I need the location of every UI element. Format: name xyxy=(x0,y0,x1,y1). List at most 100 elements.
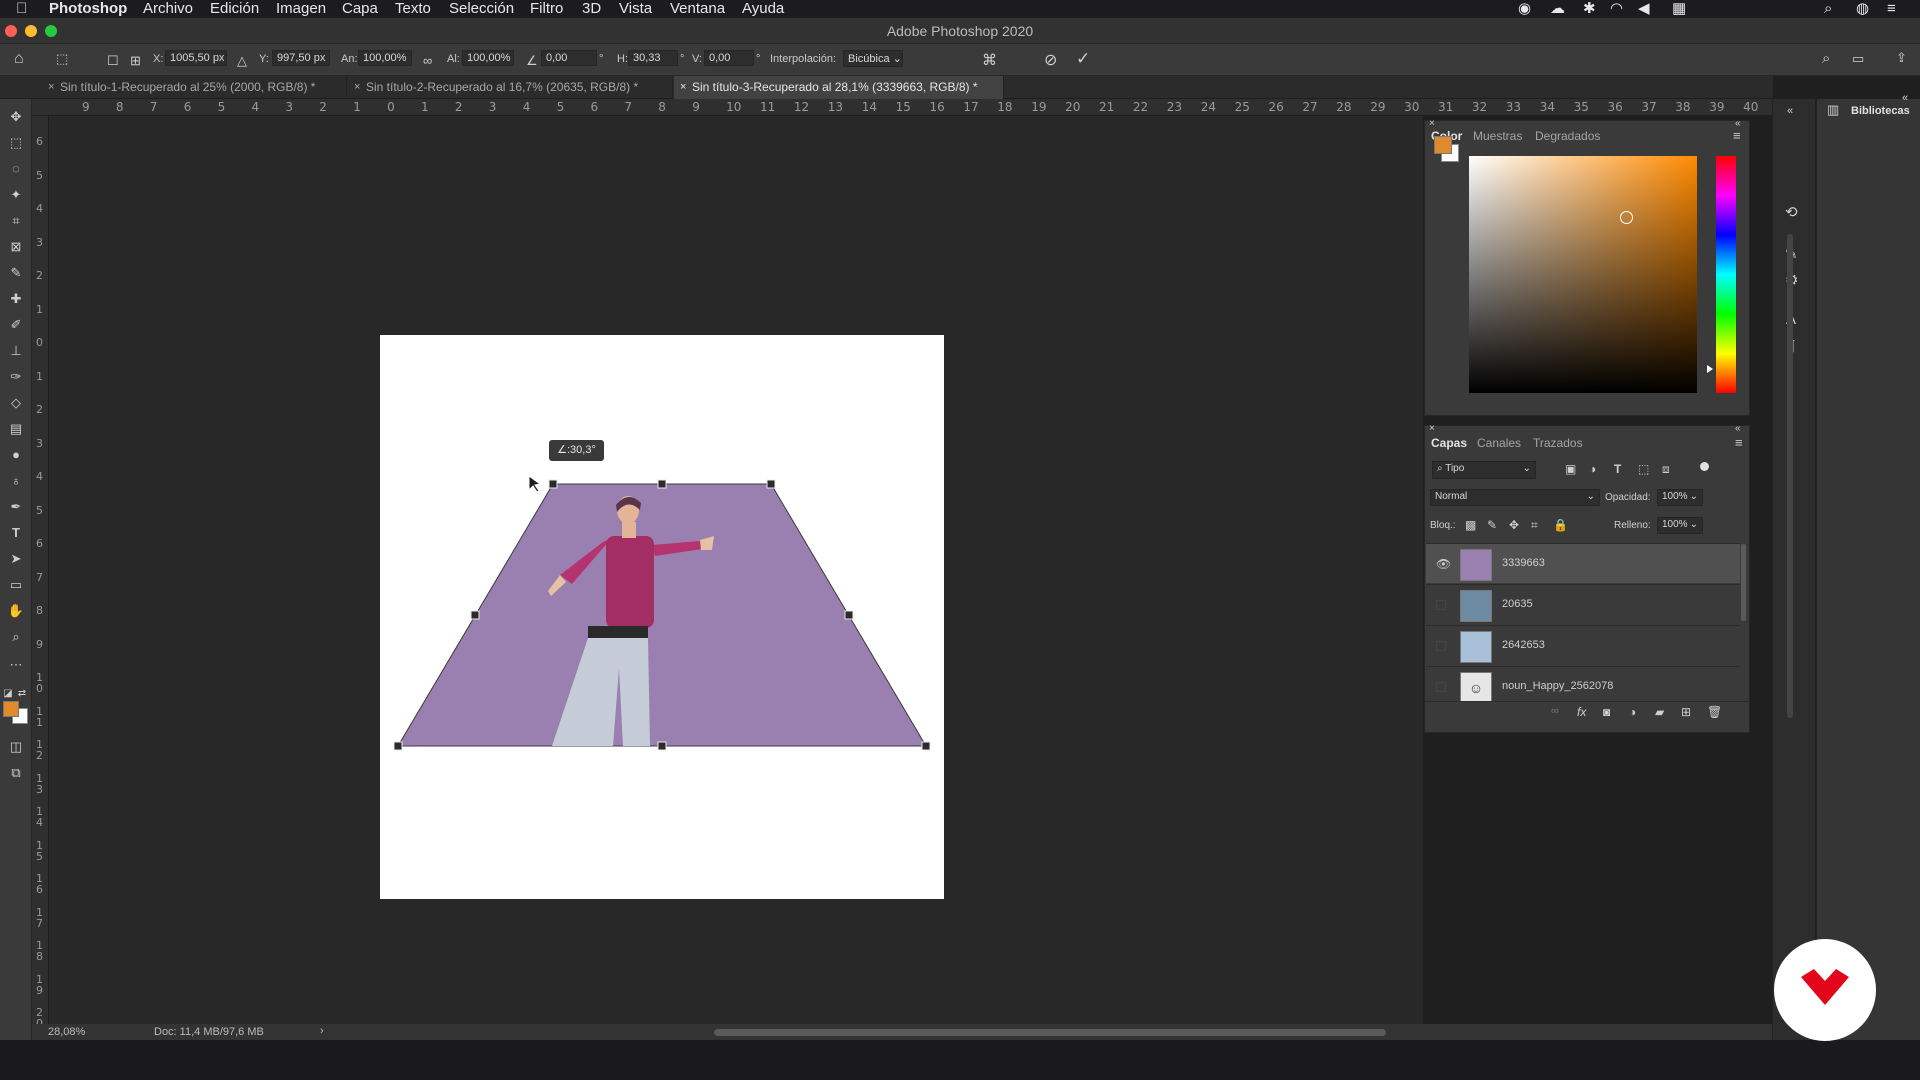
visibility-toggle[interactable] xyxy=(1436,600,1446,610)
interpolation-select[interactable]: Bicúbica ⌄ xyxy=(843,50,903,67)
close-panel-icon[interactable]: × xyxy=(1429,423,1435,434)
close-tab-icon[interactable]: × xyxy=(48,76,54,99)
filter-type-icon[interactable]: T xyxy=(1614,462,1621,476)
layer-style-icon[interactable]: fx xyxy=(1577,705,1586,719)
hand-tool-icon[interactable]: ✋ xyxy=(6,601,26,621)
collapse-libraries-icon[interactable]: « xyxy=(1902,92,1908,104)
panel-menu-icon[interactable]: ≡ xyxy=(1735,435,1743,450)
zoom-level[interactable]: 28,08% xyxy=(48,1026,85,1038)
brush-tool-icon[interactable]: ✐ xyxy=(6,315,26,335)
transform-tool-icon[interactable]: ⬚ xyxy=(56,51,68,67)
type-tool-icon[interactable]: T xyxy=(6,523,26,543)
close-window-button[interactable] xyxy=(5,25,17,37)
tab-trazados[interactable]: Trazados xyxy=(1533,436,1583,450)
quick-mask-icon[interactable]: ◫ xyxy=(6,737,26,757)
collapse-panel-icon[interactable]: « xyxy=(1735,423,1741,434)
calendar-icon[interactable]: ▦ xyxy=(1672,0,1686,17)
rectangle-tool-icon[interactable]: ▭ xyxy=(6,575,26,595)
reference-point-toggle[interactable]: ☐ xyxy=(107,53,119,69)
marquee-tool-icon[interactable]: ⬚ xyxy=(6,133,26,153)
layers-scrollbar[interactable] xyxy=(1741,544,1746,621)
color-saturation-field[interactable] xyxy=(1469,156,1697,393)
history-brush-tool-icon[interactable]: ✑ xyxy=(6,367,26,387)
y-position-input[interactable]: 997,50 px xyxy=(272,50,330,66)
move-tool-icon[interactable]: ✥ xyxy=(6,107,26,127)
layer-name[interactable]: 2642653 xyxy=(1502,639,1545,651)
hue-slider[interactable] xyxy=(1716,156,1736,393)
visibility-toggle[interactable] xyxy=(1436,641,1446,651)
menu-ayuda[interactable]: Ayuda xyxy=(742,0,784,17)
fill-input[interactable]: 100% ⌄ xyxy=(1657,517,1703,534)
creative-cloud-icon[interactable]: ☁ xyxy=(1550,0,1565,17)
cancel-transform-icon[interactable]: ⊘ xyxy=(1044,50,1057,70)
layer-row-3339663[interactable]: 👁 3339663 xyxy=(1426,543,1740,583)
collapse-panels-icon[interactable]: « xyxy=(1787,105,1793,117)
menu-vista[interactable]: Vista xyxy=(619,0,652,17)
close-tab-icon[interactable]: × xyxy=(354,76,360,99)
menu-filtro[interactable]: Filtro xyxy=(530,0,563,17)
warp-mode-icon[interactable]: ⌘ xyxy=(982,51,997,69)
delete-layer-icon[interactable]: 🗑 xyxy=(1707,705,1722,719)
bluetooth-icon[interactable]: ✱ xyxy=(1583,0,1596,17)
lock-position-icon[interactable]: ✥ xyxy=(1509,518,1519,532)
filter-smart-object-icon[interactable]: ⧈ xyxy=(1662,462,1670,477)
layer-row-20635[interactable]: 20635 xyxy=(1426,584,1740,624)
adjustment-layer-icon[interactable]: ◑ xyxy=(1629,705,1636,719)
layer-filter-select[interactable]: ⌕ Tipo ⌄ xyxy=(1432,461,1536,479)
layer-name[interactable]: noun_Happy_2562078 xyxy=(1502,680,1613,692)
rotate-angle-input[interactable]: 0,00 xyxy=(541,50,597,66)
frame-tool-icon[interactable]: ⊠ xyxy=(6,237,26,257)
height-percent-input[interactable]: 100,00% xyxy=(462,50,514,66)
blur-tool-icon[interactable]: ● xyxy=(6,445,26,465)
opacity-input[interactable]: 100% ⌄ xyxy=(1657,489,1703,506)
lock-all-icon[interactable]: 🔒 xyxy=(1553,518,1568,532)
more-tools-icon[interactable]: ⋯ xyxy=(6,655,26,675)
lock-transparent-icon[interactable]: ▩ xyxy=(1465,518,1476,532)
foreground-color-swatch[interactable] xyxy=(3,701,19,717)
volume-icon[interactable]: ◀ xyxy=(1638,0,1650,17)
status-menu-chevron-icon[interactable]: › xyxy=(320,1025,324,1037)
menu-3d[interactable]: 3D xyxy=(582,0,601,17)
libraries-label[interactable]: Bibliotecas xyxy=(1851,105,1910,117)
close-tab-icon[interactable]: × xyxy=(680,76,686,99)
layer-name[interactable]: 20635 xyxy=(1502,598,1533,610)
apple-icon[interactable]:  xyxy=(16,0,27,17)
tab-capas[interactable]: Capas xyxy=(1431,436,1467,450)
menu-archivo[interactable]: Archivo xyxy=(143,0,193,17)
new-group-icon[interactable]: ▰ xyxy=(1655,705,1664,719)
panel-menu-icon[interactable]: ≡ xyxy=(1733,128,1741,143)
color-picker-marker[interactable] xyxy=(1620,211,1633,224)
visibility-toggle[interactable] xyxy=(1436,682,1446,692)
tab-document-1[interactable]: × Sin título-1-Recuperado al 25% (2000, R… xyxy=(42,76,347,99)
filter-adjustment-icon[interactable]: ◑ xyxy=(1589,462,1596,476)
layer-row-noun-happy[interactable]: ☺ noun_Happy_2562078 xyxy=(1426,666,1740,706)
filter-toggle[interactable] xyxy=(1700,462,1709,471)
filter-shape-icon[interactable]: ⬚ xyxy=(1638,462,1649,476)
horizontal-scrollbar[interactable] xyxy=(714,1029,1386,1036)
menu-capa[interactable]: Capa xyxy=(342,0,378,17)
history-panel-icon[interactable]: ⟲ xyxy=(1785,203,1798,221)
tab-document-2[interactable]: × Sin título-2-Recuperado al 16,7% (20635… xyxy=(348,76,673,99)
menu-app-name[interactable]: Photoshop xyxy=(49,0,127,17)
screen-mode-icon[interactable]: ⧉ xyxy=(6,763,26,783)
search-icon[interactable]: ⌕ xyxy=(1822,50,1830,67)
spotlight-search-icon[interactable]: ⌕ xyxy=(1824,0,1832,17)
document-canvas[interactable] xyxy=(380,335,944,899)
healing-brush-tool-icon[interactable]: ✚ xyxy=(6,289,26,309)
vskew-input[interactable]: 0,00 xyxy=(704,50,754,66)
new-layer-icon[interactable]: ⊞ xyxy=(1681,705,1691,719)
pen-tool-icon[interactable]: ✒ xyxy=(6,497,26,517)
layer-name[interactable]: 3339663 xyxy=(1502,557,1545,569)
hue-slider-marker[interactable] xyxy=(1707,365,1713,373)
share-icon[interactable]: ⇪ xyxy=(1896,50,1907,66)
record-icon[interactable]: ◉ xyxy=(1518,0,1531,17)
add-mask-icon[interactable]: ◙ xyxy=(1603,705,1610,719)
width-percent-input[interactable]: 100,00% xyxy=(358,50,412,66)
close-panel-icon[interactable]: × xyxy=(1429,118,1435,129)
layer-row-2642653[interactable]: 2642653 xyxy=(1426,625,1740,665)
stamp-tool-icon[interactable]: ⊥ xyxy=(6,341,26,361)
menu-ventana[interactable]: Ventana xyxy=(670,0,725,17)
lasso-tool-icon[interactable]: ◌ xyxy=(6,159,26,179)
eraser-tool-icon[interactable]: ◇ xyxy=(6,393,26,413)
blend-mode-select[interactable]: Normal ⌄ xyxy=(1430,489,1600,506)
